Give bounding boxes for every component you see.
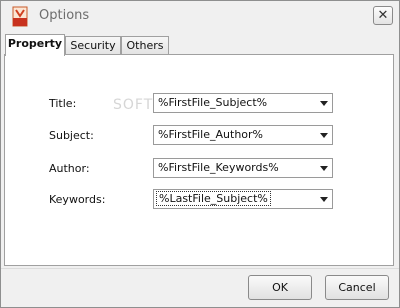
window-title: Options bbox=[39, 8, 90, 23]
tab-security[interactable]: Security bbox=[65, 36, 121, 55]
footer-divider bbox=[1, 268, 399, 269]
title-combobox[interactable]: %FirstFile_Subject% bbox=[153, 93, 333, 113]
author-label: Author: bbox=[49, 162, 90, 175]
dropdown-arrow-icon[interactable] bbox=[320, 197, 328, 202]
close-icon: ✕ bbox=[377, 8, 389, 23]
keywords-value: %LastFile_Subject% bbox=[156, 191, 271, 206]
subject-combobox[interactable]: %FirstFile_Author% bbox=[153, 125, 333, 145]
pdf-app-icon bbox=[12, 6, 28, 27]
title-value: %FirstFile_Subject% bbox=[158, 96, 268, 109]
title-bar: Options ✕ bbox=[1, 1, 399, 31]
options-dialog: Options ✕ Property Security Others SOFTP… bbox=[0, 0, 400, 308]
dropdown-arrow-icon[interactable] bbox=[320, 133, 328, 138]
tab-property[interactable]: Property bbox=[5, 34, 65, 56]
author-combobox[interactable]: %FirstFile_Keywords% bbox=[153, 158, 333, 178]
tab-others[interactable]: Others bbox=[121, 36, 169, 55]
author-value: %FirstFile_Keywords% bbox=[158, 161, 279, 174]
keywords-combobox[interactable]: %LastFile_Subject% bbox=[153, 189, 333, 209]
subject-value: %FirstFile_Author% bbox=[158, 128, 263, 141]
close-button[interactable]: ✕ bbox=[373, 6, 393, 25]
cancel-button[interactable]: Cancel bbox=[325, 275, 389, 300]
keywords-label: Keywords: bbox=[49, 193, 106, 206]
dropdown-arrow-icon[interactable] bbox=[320, 101, 328, 106]
ok-button[interactable]: OK bbox=[248, 275, 312, 300]
dropdown-arrow-icon[interactable] bbox=[320, 166, 328, 171]
title-label: Title: bbox=[49, 97, 77, 110]
subject-label: Subject: bbox=[49, 129, 94, 142]
